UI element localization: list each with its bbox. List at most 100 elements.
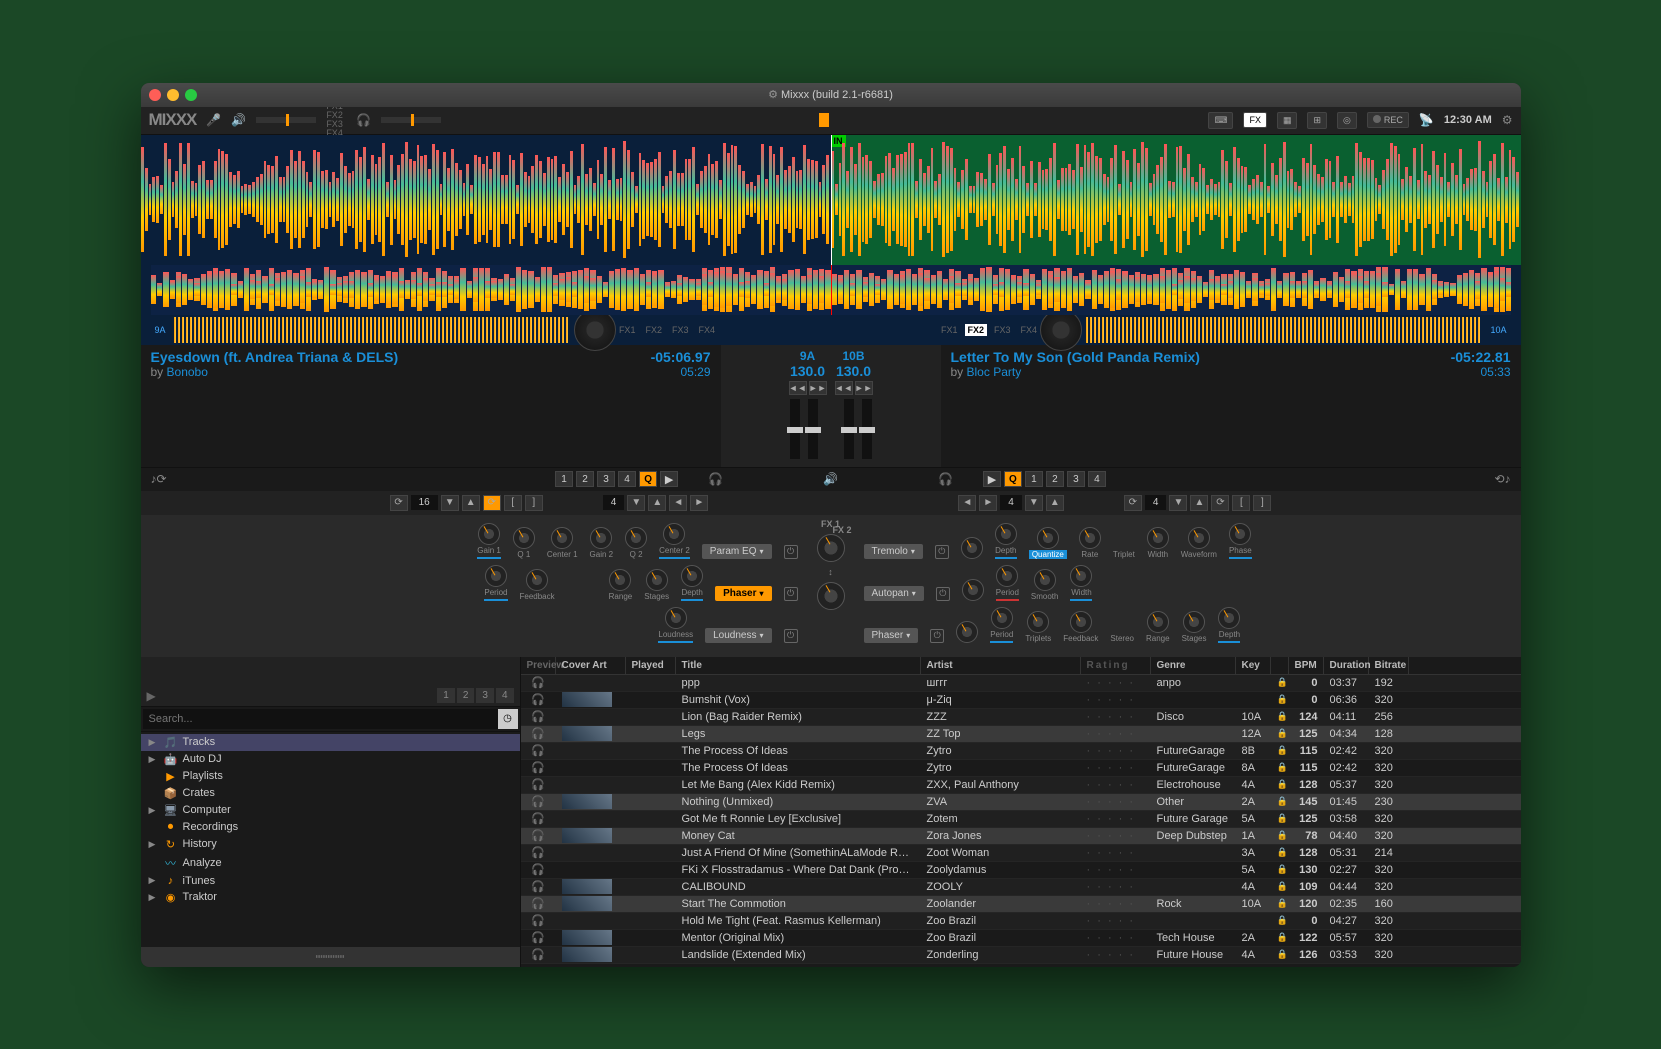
preview-play-icon[interactable]: ▶ bbox=[147, 689, 156, 703]
fx-assign-FX1[interactable]: FX1 bbox=[938, 324, 961, 336]
vinyl-button[interactable]: ◎ bbox=[1337, 112, 1357, 129]
fx-assign-FX3[interactable]: FX3 bbox=[669, 324, 692, 336]
fx-toggle-button[interactable]: FX bbox=[1243, 112, 1267, 128]
deck2-summary-wave[interactable] bbox=[1086, 317, 1482, 343]
track-row[interactable]: 🎧The Process Of IdeasZytro· · · · ·Futur… bbox=[521, 743, 1521, 760]
main-waveform[interactable]: IN bbox=[141, 135, 1521, 265]
search-clear-button[interactable]: ◷ bbox=[498, 709, 518, 729]
col-preview[interactable]: Preview bbox=[521, 657, 556, 674]
col-played[interactable]: Played bbox=[626, 657, 676, 674]
deck2-loop-in[interactable]: [ bbox=[1232, 495, 1250, 511]
knob-feedback[interactable] bbox=[1070, 611, 1092, 633]
headphone-icon[interactable]: 🎧 bbox=[356, 113, 371, 127]
knob-range[interactable] bbox=[609, 569, 631, 591]
deck1-fx-down[interactable]: ▼ bbox=[627, 495, 645, 511]
deck2-fx-next[interactable]: ► bbox=[979, 495, 997, 511]
deck2-bpm[interactable]: 130.0 bbox=[835, 363, 873, 379]
col-rating[interactable]: Rating bbox=[1081, 657, 1151, 674]
knob-quantize[interactable] bbox=[1037, 527, 1059, 549]
knob-triplets[interactable] bbox=[1027, 611, 1049, 633]
deck1-cue-1[interactable]: 1 bbox=[555, 471, 573, 487]
fx-meta-knob[interactable] bbox=[956, 621, 978, 643]
deck1-loop-activate[interactable]: ⟳ bbox=[483, 495, 501, 511]
deck1-loop-out[interactable]: ] bbox=[525, 495, 543, 511]
track-row[interactable]: 🎧Mentor (Original Mix)Zoo Brazil· · · · … bbox=[521, 930, 1521, 947]
col-bitrate[interactable]: Bitrate bbox=[1369, 657, 1409, 674]
preview-tab-4[interactable]: 4 bbox=[496, 688, 514, 703]
deck1-loop-up[interactable]: ▲ bbox=[462, 495, 480, 511]
fx-assign-FX3[interactable]: FX3 bbox=[991, 324, 1014, 336]
minimize-window-button[interactable] bbox=[167, 89, 179, 101]
track-row[interactable]: 🎧Got Me ft Ronnie Ley [Exclusive]Zotem· … bbox=[521, 811, 1521, 828]
crossfader-indicator[interactable] bbox=[765, 115, 885, 125]
col-key[interactable]: Key bbox=[1236, 657, 1271, 674]
fx-power[interactable]: ⏻ bbox=[784, 587, 798, 601]
fx-meta-knob[interactable] bbox=[961, 537, 983, 559]
deck2-fx-down[interactable]: ▼ bbox=[1025, 495, 1043, 511]
track-row[interactable]: 🎧The Process Of IdeasZytro· · · · ·Futur… bbox=[521, 760, 1521, 777]
tree-item-tracks[interactable]: ▶🎵Tracks bbox=[141, 734, 520, 751]
knob-waveform[interactable] bbox=[1188, 527, 1210, 549]
deck2-jog-wheel[interactable] bbox=[1040, 309, 1082, 351]
deck2-headphone-cue-icon[interactable]: 🎧 bbox=[938, 472, 953, 486]
deck2-loop-up[interactable]: ▲ bbox=[1190, 495, 1208, 511]
tree-item-computer[interactable]: ▶🖥Computer bbox=[141, 802, 520, 819]
knob-range[interactable] bbox=[1147, 611, 1169, 633]
knob-depth[interactable] bbox=[1218, 607, 1240, 629]
knob-stages[interactable] bbox=[646, 569, 668, 591]
library-tree[interactable]: ▶🎵Tracks▶🤖Auto DJ▶Playlists📦Crates▶🖥Comp… bbox=[141, 732, 520, 947]
deck1-prev-button[interactable]: ◄◄ bbox=[789, 381, 807, 395]
deck1-bpm[interactable]: 130.0 bbox=[789, 363, 827, 379]
knob-period[interactable] bbox=[996, 565, 1018, 587]
deck2-play-button[interactable]: ▶ bbox=[983, 471, 1001, 487]
track-row[interactable]: 🎧CALIBOUNDZOOLY· · · · ·4A🔒10904:44320 bbox=[521, 879, 1521, 896]
track-row[interactable]: 🎧Nothing (Unmixed)ZVA· · · · ·Other2A🔒14… bbox=[521, 794, 1521, 811]
table-header[interactable]: Preview Cover Art Played Title Artist Ra… bbox=[521, 657, 1521, 675]
volume-icon[interactable]: 🔊 bbox=[231, 113, 246, 127]
fx-assign-FX2[interactable]: FX2 bbox=[965, 324, 988, 336]
knob-loudness[interactable] bbox=[665, 607, 687, 629]
deck1-cue-4[interactable]: 4 bbox=[618, 471, 636, 487]
col-title[interactable]: Title bbox=[676, 657, 921, 674]
knob-q 2[interactable] bbox=[625, 527, 647, 549]
preview-deck[interactable]: ▶ 1234 bbox=[141, 657, 520, 707]
fx-meta-knob[interactable] bbox=[962, 579, 984, 601]
knob-rate[interactable] bbox=[1079, 527, 1101, 549]
deck2-fx-beats[interactable]: 4 bbox=[1000, 495, 1022, 510]
deck1-loop-in[interactable]: [ bbox=[504, 495, 522, 511]
fx-assign-FX2[interactable]: FX2 bbox=[642, 324, 665, 336]
col-bpm[interactable]: BPM bbox=[1289, 657, 1324, 674]
knob-depth[interactable] bbox=[681, 565, 703, 587]
deck2-loop-down[interactable]: ▼ bbox=[1169, 495, 1187, 511]
mic-icon[interactable]: 🎤 bbox=[206, 113, 221, 127]
fx-power[interactable]: ⏻ bbox=[930, 629, 944, 643]
deck1-next-button[interactable]: ►► bbox=[809, 381, 827, 395]
broadcast-icon[interactable]: 📡 bbox=[1419, 113, 1434, 127]
knob-smooth[interactable] bbox=[1034, 569, 1056, 591]
preview-tab-2[interactable]: 2 bbox=[457, 688, 475, 703]
headphone-meter[interactable] bbox=[381, 117, 441, 123]
deck2-loop-out[interactable]: ] bbox=[1253, 495, 1271, 511]
knob-phase[interactable] bbox=[1229, 523, 1251, 545]
fx-power[interactable]: ⏻ bbox=[784, 629, 798, 643]
knob-period[interactable] bbox=[991, 607, 1013, 629]
knob-width[interactable] bbox=[1147, 527, 1169, 549]
tree-item-playlists[interactable]: ▶Playlists bbox=[141, 768, 520, 785]
maximize-window-button[interactable] bbox=[185, 89, 197, 101]
deck1-play-button[interactable]: ▶ bbox=[660, 471, 678, 487]
knob-center 2[interactable] bbox=[663, 523, 685, 545]
knob-stages[interactable] bbox=[1183, 611, 1205, 633]
search-input[interactable] bbox=[143, 709, 498, 729]
fx-assign-FX4[interactable]: FX4 bbox=[1018, 324, 1041, 336]
tree-item-crates[interactable]: 📦Crates bbox=[141, 785, 520, 802]
deck1-cue-3[interactable]: 3 bbox=[597, 471, 615, 487]
deck1-key[interactable]: 9A bbox=[789, 349, 827, 363]
fx-power[interactable]: ⏻ bbox=[935, 545, 949, 559]
track-row[interactable]: 🎧Let Me Bang (Alex Kidd Remix)ZXX, Paul … bbox=[521, 777, 1521, 794]
knob-depth[interactable] bbox=[995, 523, 1017, 545]
deck1-jog-wheel[interactable] bbox=[574, 309, 616, 351]
deck1-fx-next[interactable]: ► bbox=[690, 495, 708, 511]
fx1-super-knob[interactable] bbox=[817, 534, 845, 562]
deck2-volume-fader[interactable] bbox=[844, 399, 854, 459]
track-row[interactable]: 🎧Hold Me Tight (Feat. Rasmus Kellerman)Z… bbox=[521, 913, 1521, 930]
